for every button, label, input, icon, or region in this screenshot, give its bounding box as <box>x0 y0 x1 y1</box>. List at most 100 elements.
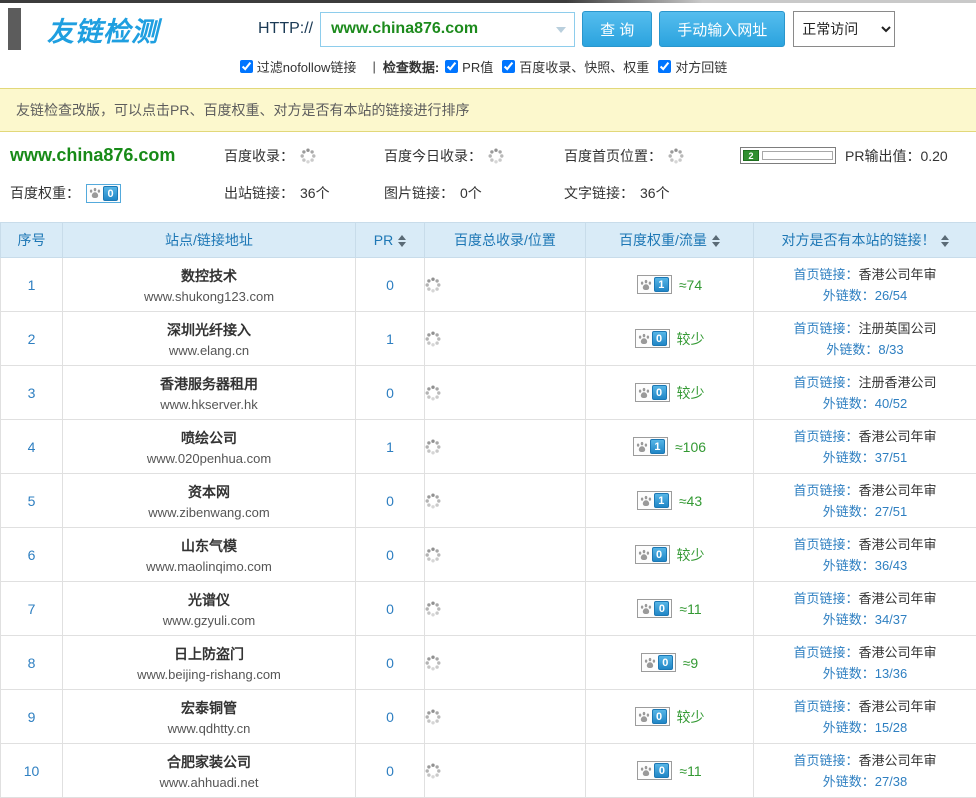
summary-label: 图片链接： <box>384 183 454 203</box>
weight-traffic-cell: 0较少 <box>586 690 754 744</box>
sort-icon[interactable] <box>712 235 720 247</box>
site-name-link[interactable]: 数控技术 <box>63 266 355 286</box>
homepage-link-label[interactable]: 首页链接： <box>793 537 858 552</box>
paw-icon <box>644 657 656 669</box>
option-baidu-data[interactable]: 百度收录、快照、权重 <box>502 57 649 76</box>
site-name-link[interactable]: 日上防盗门 <box>63 644 355 664</box>
filter-nofollow-checkbox[interactable] <box>240 60 253 73</box>
options-separator: | <box>372 59 375 74</box>
outlink-count[interactable]: 外链数：15/28 <box>754 717 976 738</box>
table-row: 9宏泰铜管www.qdhtty.cn00较少首页链接：香港公司年审外链数：15/… <box>1 690 976 744</box>
col-header-site: 站点/链接地址 <box>63 223 356 258</box>
baidu-weight-badge: 1 <box>633 437 668 456</box>
site-cell: 山东气模 www.maolinqimo.com <box>63 528 356 582</box>
site-name-link[interactable]: 山东气模 <box>63 536 355 556</box>
manual-input-button[interactable]: 手动输入网址 <box>659 11 785 47</box>
outlink-count[interactable]: 外链数：36/43 <box>754 555 976 576</box>
filter-nofollow-label: 过滤nofollow链接 <box>257 57 357 76</box>
site-name-link[interactable]: 喷绘公司 <box>63 428 355 448</box>
option-pr-value[interactable]: PR值 <box>445 57 493 76</box>
traffic-estimate: ≈9 <box>683 655 698 671</box>
baidu-inclusion-cell <box>425 582 586 636</box>
check-data-label: 检查数据: <box>383 57 439 76</box>
row-index: 10 <box>1 744 63 798</box>
baidu-inclusion-cell <box>425 474 586 528</box>
col-header-baidu-inclusion: 百度总收录/位置 <box>425 223 586 258</box>
outlink-count[interactable]: 外链数：8/33 <box>754 339 976 360</box>
url-dropdown-caret-icon[interactable] <box>556 27 566 33</box>
col-header-index: 序号 <box>1 223 63 258</box>
outlink-count[interactable]: 外链数：13/36 <box>754 663 976 684</box>
col-header-backlink[interactable]: 对方是否有本站的链接！ <box>754 223 976 258</box>
weight-traffic-cell: 0≈9 <box>586 636 754 690</box>
loading-spinner-icon <box>488 148 504 164</box>
option-filter-nofollow[interactable]: 过滤nofollow链接 <box>240 57 357 76</box>
row-index: 7 <box>1 582 63 636</box>
pr-output-bar: 2 <box>740 147 836 164</box>
baidu-inclusion-cell <box>425 744 586 798</box>
homepage-link-label[interactable]: 首页链接： <box>793 429 858 444</box>
backlink-checkbox[interactable] <box>658 60 671 73</box>
weight-number: 1 <box>654 277 669 292</box>
baidu-weight-badge: 0 <box>635 383 670 402</box>
table-header-row: 序号 站点/链接地址 PR 百度总收录/位置 百度权重/流量 对方是否有本站的链… <box>1 223 976 258</box>
col-header-pr[interactable]: PR <box>356 223 425 258</box>
pr-value: 1 <box>356 312 425 366</box>
backlink-cell: 首页链接：香港公司年审外链数：37/51 <box>754 420 976 474</box>
pr-value-checkbox[interactable] <box>445 60 458 73</box>
outlink-count[interactable]: 外链数：34/37 <box>754 609 976 630</box>
backlink-cell: 首页链接：注册香港公司外链数：40/52 <box>754 366 976 420</box>
weight-traffic-cell: 1≈106 <box>586 420 754 474</box>
query-button[interactable]: 查 询 <box>582 11 652 47</box>
weight-traffic-cell: 0≈11 <box>586 582 754 636</box>
homepage-link-label[interactable]: 首页链接： <box>793 753 858 768</box>
site-name-link[interactable]: 光谱仪 <box>63 590 355 610</box>
homepage-link-label[interactable]: 首页链接： <box>793 591 858 606</box>
summary-baidu-homepos: 百度首页位置： <box>564 146 740 166</box>
weight-traffic-cell: 1≈43 <box>586 474 754 528</box>
site-name-link[interactable]: 资本网 <box>63 482 355 502</box>
outlink-count[interactable]: 外链数：37/51 <box>754 447 976 468</box>
site-name-link[interactable]: 深圳光纤接入 <box>63 320 355 340</box>
outlink-count[interactable]: 外链数：27/38 <box>754 771 976 792</box>
outlink-count[interactable]: 外链数：26/54 <box>754 285 976 306</box>
paw-icon <box>640 495 652 507</box>
homepage-link-label[interactable]: 首页链接： <box>793 321 858 336</box>
access-mode-select[interactable]: 正常访问 <box>793 11 895 47</box>
loading-spinner-icon <box>300 148 316 164</box>
row-index: 4 <box>1 420 63 474</box>
table-row: 7光谱仪www.gzyuli.com00≈11首页链接：香港公司年审外链数：34… <box>1 582 976 636</box>
loading-spinner-icon <box>425 331 585 347</box>
paw-icon <box>89 187 101 199</box>
url-input[interactable] <box>331 20 552 38</box>
paw-icon <box>640 279 652 291</box>
backlink-cell: 首页链接：香港公司年审外链数：26/54 <box>754 258 976 312</box>
homepage-link-label[interactable]: 首页链接： <box>793 375 858 390</box>
site-name-link[interactable]: 宏泰铜管 <box>63 698 355 718</box>
pr-output-label: PR输出值：0.20 <box>845 146 948 166</box>
backlink-cell: 首页链接：注册英国公司外链数：8/33 <box>754 312 976 366</box>
site-name-link[interactable]: 香港服务器租用 <box>63 374 355 394</box>
loading-spinner-icon <box>425 385 585 401</box>
sort-icon[interactable] <box>941 235 949 247</box>
homepage-link-label[interactable]: 首页链接： <box>793 645 858 660</box>
baidu-data-checkbox[interactable] <box>502 60 515 73</box>
outlink-count[interactable]: 外链数：40/52 <box>754 393 976 414</box>
table-row: 5资本网www.zibenwang.com01≈43首页链接：香港公司年审外链数… <box>1 474 976 528</box>
homepage-link-label[interactable]: 首页链接： <box>793 483 858 498</box>
outlink-count[interactable]: 外链数：27/51 <box>754 501 976 522</box>
site-url: www.maolinqimo.com <box>63 559 355 574</box>
table-row: 2深圳光纤接入www.elang.cn10较少首页链接：注册英国公司外链数：8/… <box>1 312 976 366</box>
summary-text-links: 文字链接： 36个 <box>564 183 740 203</box>
site-name-link[interactable]: 合肥家装公司 <box>63 752 355 772</box>
option-backlink[interactable]: 对方回链 <box>658 57 727 76</box>
traffic-estimate: 较少 <box>677 383 705 403</box>
logo-bar <box>8 8 21 50</box>
summary-label: 百度权重： <box>10 183 80 203</box>
traffic-estimate: 较少 <box>677 707 705 727</box>
homepage-link-label[interactable]: 首页链接： <box>793 699 858 714</box>
col-header-weight-traffic[interactable]: 百度权重/流量 <box>586 223 754 258</box>
sort-icon[interactable] <box>398 235 406 247</box>
homepage-link-label[interactable]: 首页链接： <box>793 267 858 282</box>
weight-traffic-cell: 1≈74 <box>586 258 754 312</box>
